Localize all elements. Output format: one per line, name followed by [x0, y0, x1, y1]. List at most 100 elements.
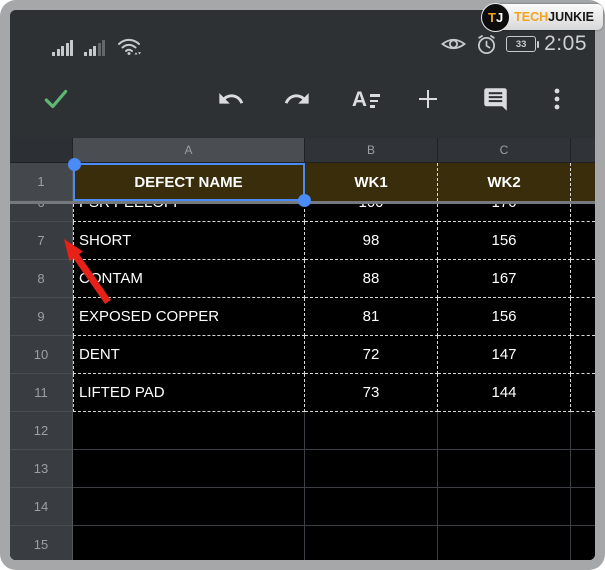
cell-b1-wk1[interactable]: WK1: [305, 163, 438, 201]
status-left-icons: [52, 36, 142, 56]
wordmark-junkie: JUNKIE: [548, 10, 594, 24]
cell-c6[interactable]: 176: [438, 204, 571, 222]
cell-c1-wk2[interactable]: WK2: [438, 163, 571, 201]
cell-c7[interactable]: 156: [438, 222, 571, 260]
cell-d9[interactable]: [571, 298, 595, 336]
techjunkie-logo: TJ TECHJUNKIE: [481, 2, 603, 32]
row-number-11[interactable]: 11: [10, 374, 73, 412]
cell-c9[interactable]: 156: [438, 298, 571, 336]
row-number-7[interactable]: 7: [10, 222, 73, 260]
column-header-a[interactable]: A: [73, 138, 305, 163]
table-row-10: 10DENT72147: [10, 336, 595, 374]
cell-c15[interactable]: [438, 526, 571, 560]
screenshot: 33 2:05: [0, 0, 605, 570]
battery-icon: 33: [506, 36, 536, 52]
cellular-signal-icon-1: [52, 39, 73, 56]
insert-plus-button[interactable]: [412, 83, 444, 115]
cell-b6[interactable]: 100: [305, 204, 438, 222]
cell-d14[interactable]: [571, 488, 595, 526]
cell-b15[interactable]: [305, 526, 438, 560]
cell-a9[interactable]: EXPOSED COPPER: [73, 298, 305, 336]
row-number-15[interactable]: 15: [10, 526, 73, 560]
cell-b12[interactable]: [305, 412, 438, 450]
toolbar: A: [10, 60, 595, 138]
cell-b7[interactable]: 98: [305, 222, 438, 260]
cell-c11[interactable]: 144: [438, 374, 571, 412]
row-number-13[interactable]: 13: [10, 450, 73, 488]
battery-percent: 33: [516, 39, 527, 50]
undo-button[interactable]: [215, 83, 247, 115]
text-format-button[interactable]: A: [350, 83, 382, 115]
column-header-b[interactable]: B: [305, 138, 438, 163]
cell-a13[interactable]: [73, 450, 305, 488]
spreadsheet-grid: A B C 1 DEFECT NAME WK1 WK2 6PSR PEELOFF…: [10, 138, 595, 560]
row-number-8[interactable]: 8: [10, 260, 73, 298]
table-row-8: 8CONTAM88167: [10, 260, 595, 298]
cell-a10[interactable]: DENT: [73, 336, 305, 374]
table-row-6: 6PSR PEELOFF100176: [10, 204, 595, 222]
alarm-icon: [475, 33, 498, 56]
cell-d11[interactable]: [571, 374, 595, 412]
cell-d10[interactable]: [571, 336, 595, 374]
logo-initial-j: J: [496, 10, 503, 25]
wordmark-tech: TECH: [514, 10, 548, 24]
cell-b13[interactable]: [305, 450, 438, 488]
sheet-body: 6PSR PEELOFF1001767SHORT981568CONTAM8816…: [10, 204, 595, 560]
cell-c14[interactable]: [438, 488, 571, 526]
partial-row-clip-6: 6PSR PEELOFF100176: [10, 204, 595, 222]
cell-selection-outline: [73, 163, 305, 201]
table-row-9: 9EXPOSED COPPER81156: [10, 298, 595, 336]
cell-b14[interactable]: [305, 488, 438, 526]
row-number-6[interactable]: 6: [10, 204, 73, 222]
cell-a14[interactable]: [73, 488, 305, 526]
comment-button[interactable]: [479, 83, 511, 115]
cell-c12[interactable]: [438, 412, 571, 450]
row-number-10[interactable]: 10: [10, 336, 73, 374]
cell-a6[interactable]: PSR PEELOFF: [73, 204, 305, 222]
column-header-row: A B C: [10, 138, 595, 163]
column-header-d-sliver[interactable]: [571, 138, 595, 163]
cell-d15[interactable]: [571, 526, 595, 560]
status-right-icons: 33 2:05: [440, 32, 587, 56]
cell-d6[interactable]: [571, 204, 595, 222]
selection-handle-bottom-right[interactable]: [298, 194, 311, 207]
redo-button[interactable]: [281, 83, 313, 115]
row-number-12[interactable]: 12: [10, 412, 73, 450]
wifi-icon: [116, 36, 142, 56]
cell-b11[interactable]: 73: [305, 374, 438, 412]
confirm-check-button[interactable]: [40, 83, 72, 115]
cell-b8[interactable]: 88: [305, 260, 438, 298]
overflow-menu-button[interactable]: [541, 83, 573, 115]
cell-d7[interactable]: [571, 222, 595, 260]
cell-c13[interactable]: [438, 450, 571, 488]
cell-d1[interactable]: [571, 163, 595, 201]
cell-d8[interactable]: [571, 260, 595, 298]
select-all-corner[interactable]: [10, 138, 73, 163]
cell-b10[interactable]: 72: [305, 336, 438, 374]
table-row-14: 14: [10, 488, 595, 526]
table-row-15: 15: [10, 526, 595, 560]
column-header-c[interactable]: C: [438, 138, 571, 163]
row-number-9[interactable]: 9: [10, 298, 73, 336]
table-row-7: 7SHORT98156: [10, 222, 595, 260]
cell-b9[interactable]: 81: [305, 298, 438, 336]
cell-a7[interactable]: SHORT: [73, 222, 305, 260]
cell-a12[interactable]: [73, 412, 305, 450]
techjunkie-logo-icon: TJ: [481, 3, 510, 32]
cell-a8[interactable]: CONTAM: [73, 260, 305, 298]
selection-handle-top-left[interactable]: [68, 158, 81, 171]
row-number-1[interactable]: 1: [10, 163, 73, 201]
cell-d12[interactable]: [571, 412, 595, 450]
row-number-14[interactable]: 14: [10, 488, 73, 526]
cell-c8[interactable]: 167: [438, 260, 571, 298]
cell-d13[interactable]: [571, 450, 595, 488]
sheets-app-window: 33 2:05: [10, 10, 595, 560]
clock-time: 2:05: [544, 32, 587, 56]
techjunkie-wordmark: TECHJUNKIE: [495, 4, 603, 30]
eye-comfort-icon: [440, 34, 467, 54]
cell-a11[interactable]: LIFTED PAD: [73, 374, 305, 412]
text-format-icon: A: [352, 89, 380, 110]
cell-c10[interactable]: 147: [438, 336, 571, 374]
table-row-13: 13: [10, 450, 595, 488]
cell-a15[interactable]: [73, 526, 305, 560]
